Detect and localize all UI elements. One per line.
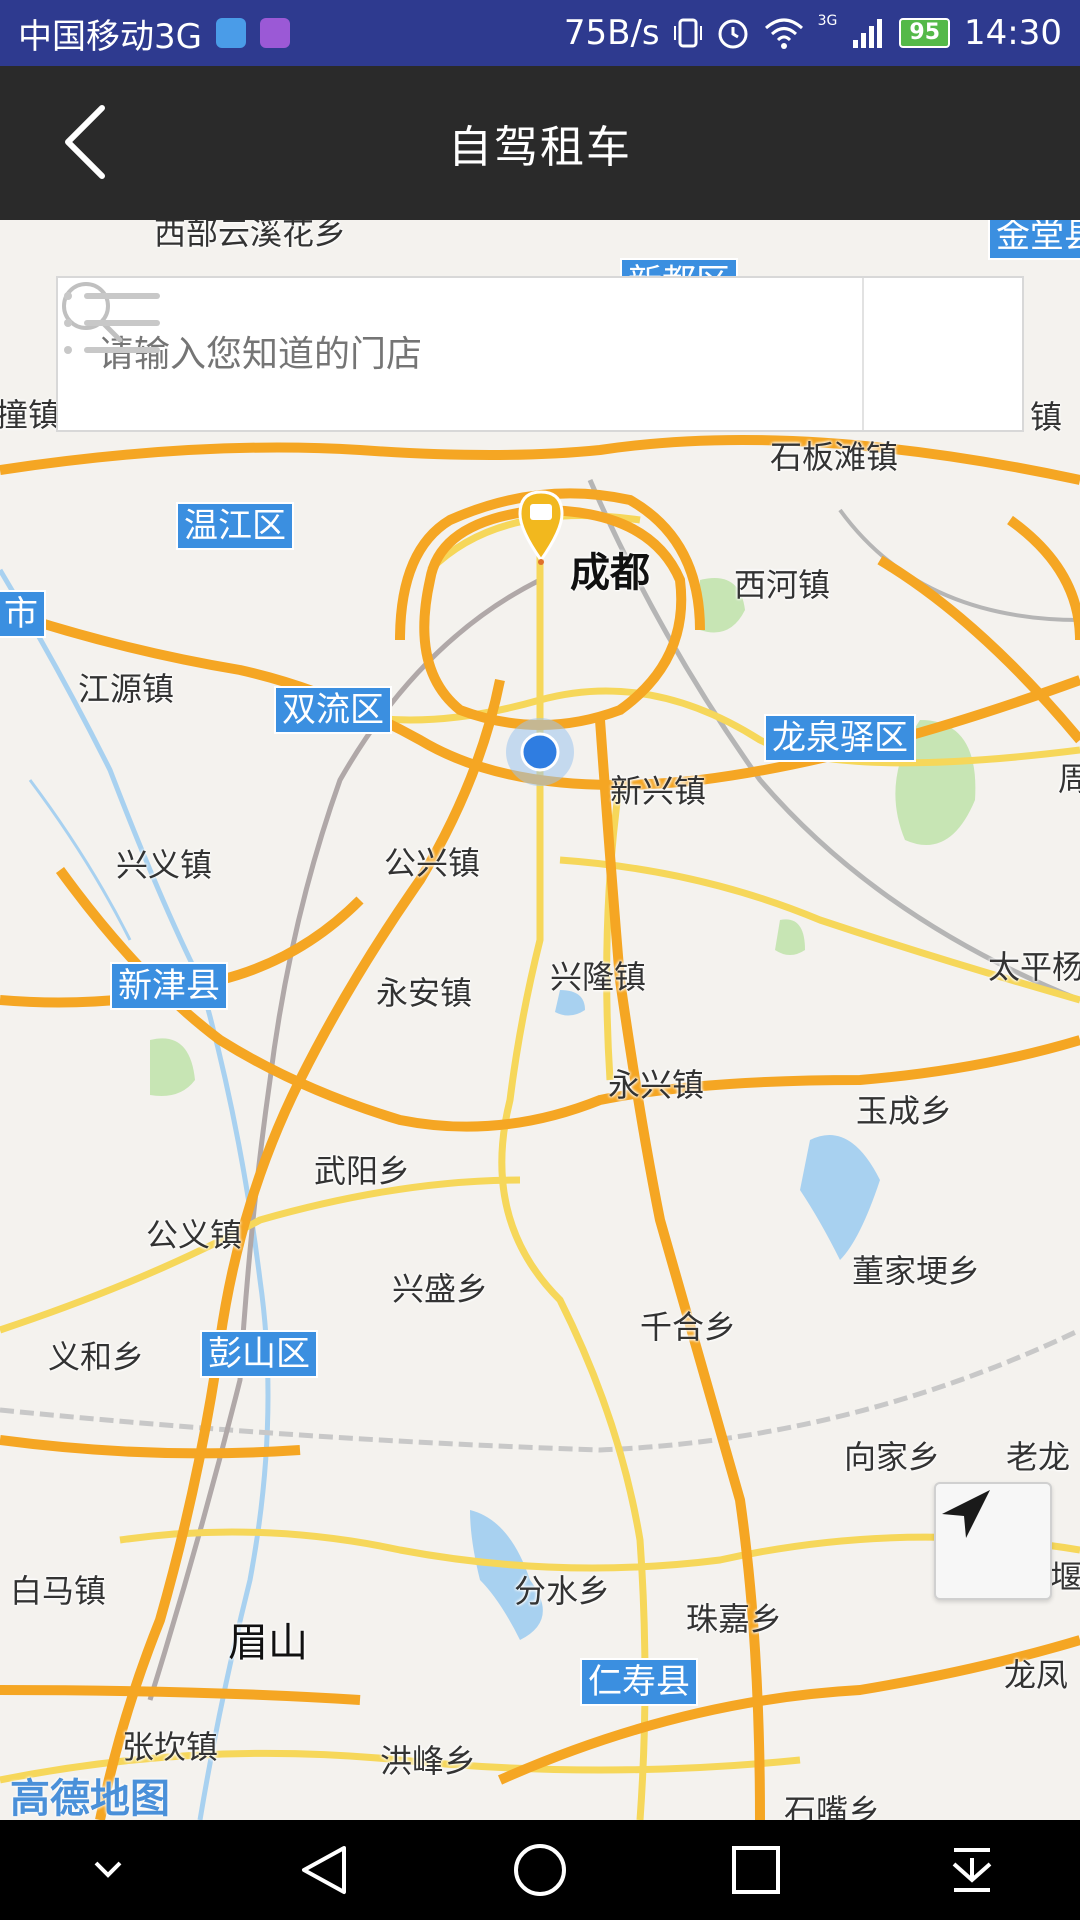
nav-notification-button[interactable]	[917, 1825, 1027, 1915]
map-label-zhangkan: 张坎镇	[122, 1728, 219, 1766]
map-label-yucheng: 玉成乡	[856, 1092, 953, 1130]
map-label-shuangliu: 双流区	[274, 686, 392, 734]
map-label-renshou: 仁寿县	[580, 1658, 698, 1706]
nav-home-button[interactable]	[485, 1825, 595, 1915]
android-icon	[215, 18, 246, 48]
battery-indicator: 95	[899, 18, 951, 48]
system-nav-bar	[0, 1820, 1080, 1920]
back-triangle-icon	[302, 1846, 346, 1894]
map-label-chengdu: 成都	[570, 550, 650, 596]
gallery-icon	[259, 18, 290, 48]
title-bar: 自驾租车	[0, 66, 1080, 220]
nav-back-button[interactable]	[269, 1825, 379, 1915]
page-title: 自驾租车	[448, 122, 632, 173]
map-view[interactable]: 成都 眉山 温江区 双流区 龙泉驿区 新津县 彭山区 仁寿县 市 金堂县 新都区…	[0, 220, 1080, 1820]
map-label-top-left: 西部云溪花乡	[154, 220, 347, 252]
signal-icon	[853, 19, 883, 48]
clock: 14:30	[964, 13, 1062, 53]
back-button[interactable]	[40, 94, 130, 190]
chevron-down-icon	[94, 1861, 122, 1878]
map-label-dongjiageng: 董家埂乡	[852, 1252, 981, 1290]
map-label-wuyang: 武阳乡	[314, 1152, 411, 1190]
map-label-longfeng: 龙凤	[1004, 1656, 1069, 1694]
map-label-right-town: 镇	[1030, 398, 1063, 436]
map-label-hongfeng: 洪峰乡	[380, 1742, 477, 1780]
map-label-left-city: 市	[0, 590, 46, 638]
wifi-icon	[764, 18, 803, 49]
home-circle-icon	[514, 1844, 566, 1896]
map-label-gongyi: 公义镇	[146, 1216, 243, 1254]
network-speed: 75B/s	[563, 13, 660, 53]
carrier-label: 中国移动3G	[18, 16, 202, 57]
map-label-shibantan: 石板滩镇	[770, 438, 899, 476]
map-label-yongxing: 永兴镇	[608, 1066, 705, 1104]
store-search-bar	[56, 276, 1024, 432]
map-label-shizui: 石嘴乡	[784, 1792, 881, 1820]
hide-nav-button[interactable]	[53, 1825, 163, 1915]
map-label-wenjiang: 温江区	[176, 502, 294, 550]
list-icon	[64, 292, 160, 354]
map-label-laolong: 老龙	[1006, 1438, 1071, 1476]
map-label-xingsheng: 兴盛乡	[392, 1270, 489, 1308]
map-label-taiping: 太平杨	[988, 948, 1080, 986]
map-provider-logo: 高德地图	[10, 1776, 170, 1820]
map-label-xihe: 西河镇	[734, 566, 831, 604]
alarm-icon	[718, 19, 748, 49]
map-label-meishan: 眉山	[228, 1620, 308, 1666]
nav-recents-button[interactable]	[701, 1825, 811, 1915]
map-label-zhujia: 珠嘉乡	[686, 1600, 783, 1638]
map-label-longquanyi: 龙泉驿区	[764, 714, 916, 762]
recents-square-icon	[732, 1846, 780, 1894]
chevron-left-icon	[65, 105, 105, 179]
map-label-xingyi: 兴义镇	[116, 846, 213, 884]
search-area[interactable]	[58, 278, 864, 430]
navigation-arrow-icon	[942, 1490, 990, 1538]
map-label-xinxing: 新兴镇	[610, 772, 707, 810]
store-search-input[interactable]	[96, 332, 780, 376]
map-label-right-yan: 堰	[1050, 1558, 1080, 1596]
store-pin-icon[interactable]	[518, 490, 564, 566]
locate-me-button[interactable]	[934, 1482, 1052, 1600]
battery-level: 95	[899, 18, 951, 48]
status-bar: 中国移动3G 75B/s 3G 95 14:30	[0, 0, 1080, 66]
map-label-qianhe: 千合乡	[640, 1308, 737, 1346]
map-label-yongan: 永安镇	[376, 974, 473, 1012]
network-type: 3G	[817, 13, 838, 29]
download-icon	[952, 1848, 992, 1892]
map-label-xinjin: 新津县	[110, 962, 228, 1010]
map-label-xinglong: 兴隆镇	[550, 958, 647, 996]
map-label-yihe: 义和乡	[48, 1338, 145, 1376]
map-label-pengshan: 彭山区	[200, 1330, 318, 1378]
map-label-gongxing: 公兴镇	[384, 844, 481, 882]
store-list-button[interactable]	[64, 278, 1022, 430]
map-label-right-zhou: 周	[1058, 760, 1080, 798]
map-label-left-town: 撞镇	[0, 396, 61, 434]
map-label-top-right: 金堂县	[988, 220, 1080, 260]
map-label-baima: 白马镇	[10, 1572, 107, 1610]
map-label-fenshui: 分水乡	[514, 1572, 611, 1610]
vibrate-icon	[673, 18, 702, 48]
map-label-jiangyuan: 江源镇	[78, 670, 175, 708]
map-label-xiangjia: 向家乡	[844, 1438, 941, 1476]
